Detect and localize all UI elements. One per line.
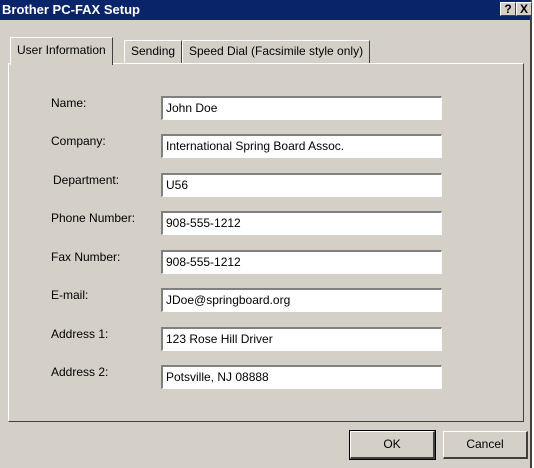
email-field[interactable]: JDoe@springboard.org — [161, 288, 442, 312]
tab-user-information[interactable]: User Information — [10, 37, 113, 65]
title-bar[interactable]: Brother PC-FAX Setup ? X — [0, 0, 532, 20]
email-label: E-mail: — [51, 288, 89, 302]
ok-button[interactable]: OK — [349, 430, 436, 460]
address-1-field[interactable]: 123 Rose Hill Driver — [161, 327, 442, 351]
name-field[interactable]: John Doe — [161, 96, 442, 120]
tab-speed-dial[interactable]: Speed Dial (Facsimile style only) — [182, 40, 371, 64]
department-label: Department: — [53, 173, 120, 187]
close-button[interactable]: X — [516, 2, 532, 16]
company-field[interactable]: International Spring Board Assoc. — [161, 134, 442, 158]
name-label: Name: — [51, 96, 87, 110]
phone-number-label: Phone Number: — [51, 211, 136, 225]
tab-sending[interactable]: Sending — [124, 40, 183, 64]
fax-number-field[interactable]: 908-555-1212 — [161, 250, 442, 274]
address-2-field[interactable]: Potsville, NJ 08888 — [161, 365, 442, 389]
help-button[interactable]: ? — [500, 2, 516, 16]
department-field[interactable]: U56 — [161, 173, 442, 197]
phone-number-field[interactable]: 908-555-1212 — [161, 211, 442, 235]
fax-number-label: Fax Number: — [51, 250, 121, 264]
address-1-label: Address 1: — [51, 327, 109, 341]
window-title: Brother PC-FAX Setup — [2, 2, 140, 17]
company-label: Company: — [51, 134, 106, 148]
dialog-window: Brother PC-FAX Setup ? X User Informatio… — [0, 0, 532, 468]
cancel-button[interactable]: Cancel — [443, 431, 528, 459]
address-2-label: Address 2: — [51, 365, 109, 379]
